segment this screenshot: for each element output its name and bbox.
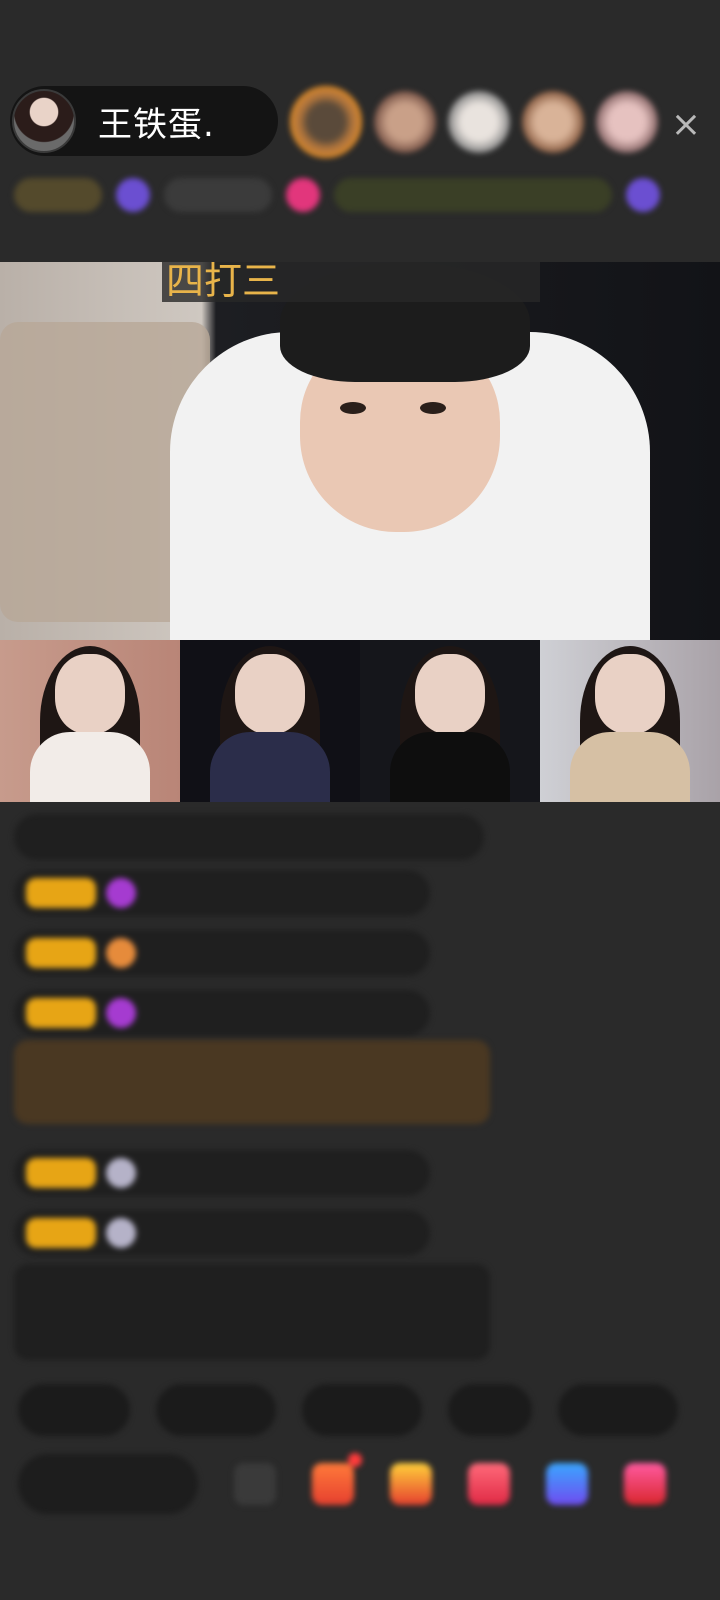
bottom-action-bar <box>18 1452 718 1516</box>
cohost-row <box>0 640 720 802</box>
level-badge <box>26 878 96 908</box>
gem-icon <box>106 1158 136 1188</box>
level-badge <box>26 938 96 968</box>
level-badge <box>26 998 96 1028</box>
host-info-pill[interactable]: 王铁蛋. <box>10 86 278 156</box>
heart-icon[interactable] <box>286 178 320 212</box>
gift-icon[interactable] <box>116 178 150 212</box>
video-title-overlay: 四打三 <box>162 262 540 302</box>
notification-dot <box>348 1453 362 1467</box>
fans-icon[interactable] <box>626 178 660 212</box>
live-video[interactable]: 四打三 <box>0 262 720 640</box>
chat-message[interactable] <box>14 1150 430 1196</box>
quick-reply-button[interactable] <box>302 1384 422 1436</box>
viewer-avatar[interactable] <box>374 91 436 153</box>
viewer-avatar[interactable] <box>596 91 658 153</box>
viewer-avatar[interactable] <box>522 91 584 153</box>
gift-box-icon[interactable] <box>312 1453 362 1505</box>
level-badge <box>26 1158 96 1188</box>
close-button[interactable]: × <box>664 102 708 146</box>
close-icon: × <box>670 103 702 145</box>
gift-icon[interactable] <box>624 1463 666 1505</box>
rank-chip[interactable] <box>14 178 102 212</box>
eye <box>340 402 366 414</box>
top-viewers-list[interactable] <box>290 84 658 160</box>
cohost-tile[interactable] <box>360 640 540 802</box>
gem-icon <box>106 998 136 1028</box>
tag-chip[interactable] <box>334 178 612 212</box>
cohost-tile[interactable] <box>540 640 720 802</box>
emoji-icon[interactable] <box>234 1463 276 1505</box>
host-avatar[interactable] <box>12 89 76 153</box>
host-name: 王铁蛋. <box>98 104 215 145</box>
system-notice <box>14 1264 490 1360</box>
comment-input[interactable] <box>18 1454 198 1514</box>
quick-reply-button[interactable] <box>448 1384 532 1436</box>
quick-reply-button[interactable] <box>18 1384 130 1436</box>
chat-message[interactable] <box>14 870 430 916</box>
eye <box>420 402 446 414</box>
hot-chip[interactable] <box>164 178 272 212</box>
chat-message[interactable] <box>14 814 484 860</box>
cohost-tile[interactable] <box>0 640 180 802</box>
cohost-tile[interactable] <box>180 640 360 802</box>
gem-icon <box>106 938 136 968</box>
viewer-avatar[interactable] <box>290 86 362 158</box>
chat-message[interactable] <box>14 930 430 976</box>
system-banner[interactable] <box>14 1040 490 1124</box>
gem-icon <box>106 878 136 908</box>
level-badge <box>26 1218 96 1248</box>
quick-reply-button[interactable] <box>558 1384 678 1436</box>
gem-icon <box>106 1218 136 1248</box>
treasure-icon[interactable] <box>390 1463 432 1505</box>
quick-reply-button[interactable] <box>156 1384 276 1436</box>
chat-message[interactable] <box>14 990 430 1036</box>
quick-reply-row <box>18 1384 678 1436</box>
chat-message[interactable] <box>14 1210 430 1256</box>
shop-icon[interactable] <box>468 1463 510 1505</box>
game-icon[interactable] <box>546 1463 588 1505</box>
room-info-bar <box>14 172 700 218</box>
viewer-avatar[interactable] <box>448 91 510 153</box>
